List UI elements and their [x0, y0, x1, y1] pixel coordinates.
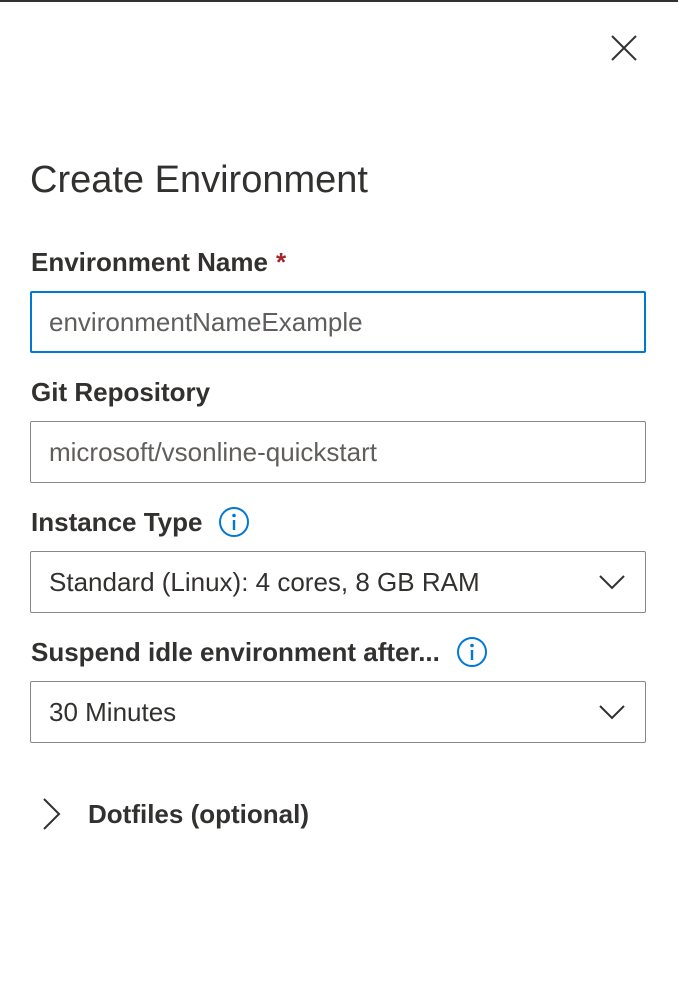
suspend-idle-label: Suspend idle environment after...	[31, 636, 488, 668]
environment-name-input[interactable]	[30, 291, 646, 353]
git-repository-input[interactable]	[30, 421, 646, 483]
suspend-idle-info-button[interactable]	[456, 636, 488, 668]
suspend-idle-selected-value: 30 Minutes	[49, 696, 177, 727]
instance-type-info-button[interactable]	[218, 506, 250, 538]
dialog-title: Create Environment	[30, 159, 368, 201]
instance-type-dropdown[interactable]: Standard (Linux): 4 cores, 8 GB RAM	[30, 551, 646, 613]
instance-type-label-text: Instance Type	[31, 507, 203, 537]
info-icon	[456, 637, 487, 667]
git-repository-label: Git Repository	[31, 376, 210, 408]
chevron-down-icon	[597, 574, 627, 590]
suspend-idle-dropdown[interactable]: 30 Minutes	[30, 681, 646, 743]
top-border	[0, 0, 678, 2]
instance-type-selected-value: Standard (Linux): 4 cores, 8 GB RAM	[49, 566, 480, 597]
close-icon	[611, 35, 637, 61]
chevron-down-icon	[597, 704, 627, 720]
environment-name-label-text: Environment Name	[31, 247, 268, 277]
dotfiles-expander[interactable]: Dotfiles (optional)	[38, 796, 309, 832]
chevron-right-icon	[43, 798, 61, 830]
instance-type-label: Instance Type	[31, 506, 250, 538]
environment-name-label: Environment Name *	[31, 246, 286, 278]
suspend-idle-label-text: Suspend idle environment after...	[31, 637, 440, 667]
required-asterisk: *	[275, 247, 287, 277]
info-icon	[219, 507, 250, 537]
close-button[interactable]	[604, 28, 644, 68]
git-repository-label-text: Git Repository	[31, 377, 211, 407]
dotfiles-label: Dotfiles (optional)	[88, 798, 309, 829]
